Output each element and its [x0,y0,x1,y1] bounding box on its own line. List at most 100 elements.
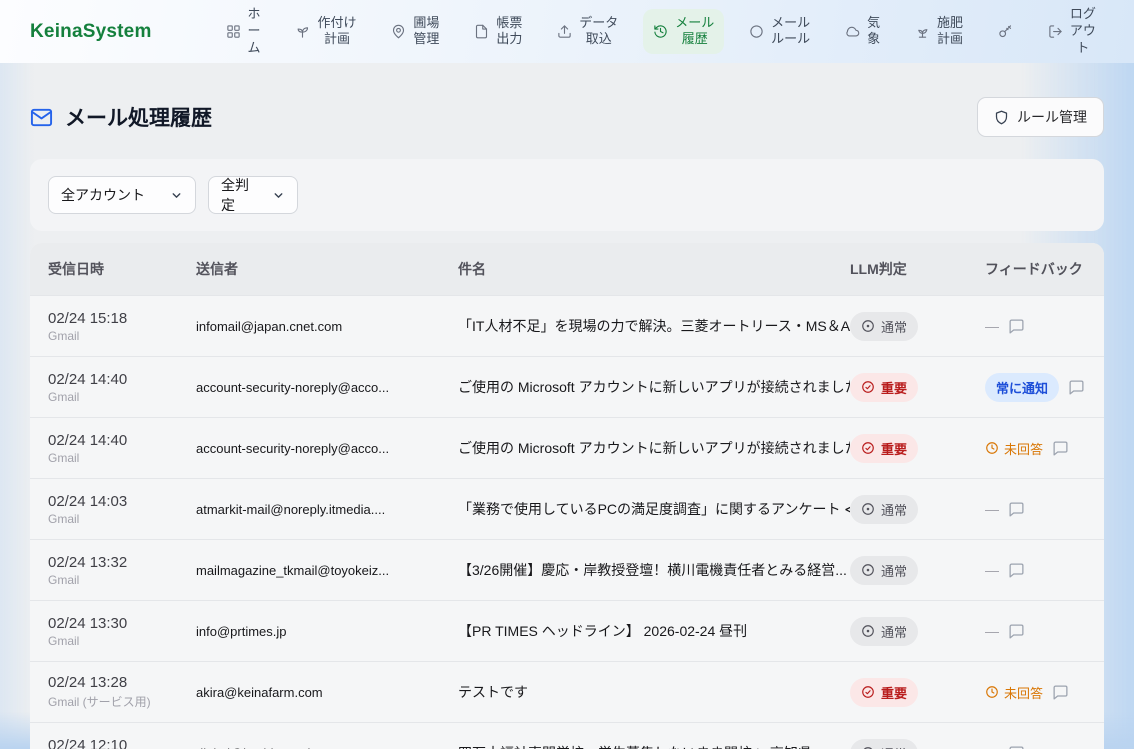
comment-bubble-icon[interactable] [1052,440,1069,457]
main-nav: ホ ー ム作付け 計画 圃場 管理帳票 出力データ 取込 メール 履歴メール ルール… [216,0,1106,63]
file-icon [474,24,489,39]
nav-item-home[interactable]: ホ ー ム [216,0,271,63]
check-circle-icon [861,380,875,394]
sender-cell: mailmagazine_tkmail@toyokeiz... [196,563,458,578]
account-label: Gmail [48,451,196,465]
fertilizer-icon [915,24,930,39]
feedback-unanswered: 未回答 [985,439,1043,458]
circle-dot-icon [861,319,875,333]
mail-history-table: 受信日時 送信者 件名 LLM判定 フィードバック 02/24 15:18Gma… [30,243,1104,749]
received-at-cell: 02/24 14:40Gmail [48,432,196,465]
table-row[interactable]: 02/24 13:28 Gmail (サービス用)akira@keinafarm.… [30,661,1104,722]
comment-bubble-icon[interactable] [1008,745,1025,749]
table-row[interactable]: 02/24 12:10Gmaildigital@kochinews.jp四万十福… [30,722,1104,749]
llm-judgement-cell: 通常 [850,556,985,585]
nav-item-label: メール 履歴 [675,15,714,49]
received-at-cell: 02/24 13:28 Gmail (サービス用) [48,674,196,710]
nav-item-weather[interactable]: 気 象 [835,9,890,55]
account-label: Gmail (サービス用) [48,693,196,710]
nav-item-logout[interactable]: ログ アウ ト [1038,0,1106,63]
col-received-at: 受信日時 [48,259,196,279]
nav-item-mail-rules[interactable]: メール ルール [739,9,820,55]
llm-judgement-cell: 通常 [850,617,985,646]
check-circle-icon [861,441,875,455]
comment-bubble-icon[interactable] [1008,501,1025,518]
llm-judgement-cell: 通常 [850,739,985,749]
table-row[interactable]: 02/24 13:32 Gmailmailmagazine_tkmail@toyo… [30,539,1104,600]
account-label: Gmail [48,573,196,587]
received-datetime: 02/24 14:40 [48,371,196,388]
feedback-unanswered-label: 未回答 [1004,439,1043,458]
subject-cell: 【3/26開催】慶応・岸教授登壇！横川電機責任者とみる経営... [458,560,850,580]
account-label: Gmail [48,512,196,526]
comment-bubble-icon[interactable] [1008,318,1025,335]
subject-cell: 「IT人材不足」を現場の力で解決。三菱オートリース・MS＆AD... [458,316,850,336]
judgement-label: 通常 [881,500,907,519]
judgement-label: 通常 [881,317,907,336]
nav-item-key[interactable] [988,18,1023,45]
llm-judgement-cell: 通常 [850,312,985,341]
rule-management-button[interactable]: ルール管理 [977,97,1104,137]
page-header: メール処理履歴 ルール管理 [30,97,1104,137]
received-datetime: 02/24 13:30 [48,615,196,632]
account-filter-value: 全アカウント [61,185,145,205]
mail-icon [30,106,53,129]
received-datetime: 02/24 13:28 [48,674,196,691]
table-row[interactable]: 02/24 14:03Gmailatmarkit-mail@noreply.it… [30,478,1104,539]
clock-icon [985,685,999,699]
received-datetime: 02/24 14:03 [48,493,196,510]
feedback-none-dash: — [985,745,999,749]
sender-cell: account-security-noreply@acco... [196,380,458,395]
sender-cell: akira@keinafarm.com [196,685,458,700]
judgement-badge-important: 重要 [850,373,918,402]
table-row[interactable]: 02/24 13:30Gmailinfo@prtimes.jp【PR TIMES… [30,600,1104,661]
clock-icon [985,441,999,455]
judgement-label: 通常 [881,622,907,641]
nav-item-mail-history[interactable]: メール 履歴 [643,9,724,55]
table-row[interactable]: 02/24 14:40Gmailaccount-security-noreply… [30,356,1104,417]
nav-item-report-out[interactable]: 帳票 出力 [464,9,532,55]
feedback-none-dash: — [985,318,999,334]
circle-dot-icon [861,624,875,638]
nav-item-field-mgmt[interactable]: 圃場 管理 [381,9,449,55]
col-feedback: フィードバック [985,259,1086,279]
account-label: Gmail [48,329,196,343]
feedback-cell: — [985,623,1086,640]
nav-item-label: 圃場 管理 [413,15,439,49]
judgement-label: 重要 [881,683,907,702]
judgement-label: 通常 [881,744,907,749]
feedback-cell: 未回答 [985,683,1086,702]
comment-bubble-icon[interactable] [1008,623,1025,640]
judgement-filter-select[interactable]: 全判定 [208,176,298,214]
table-body: 02/24 15:18Gmailinfomail@japan.cnet.com「… [30,295,1104,749]
nav-item-data-import[interactable]: データ 取込 [547,9,628,55]
brand-logo[interactable]: KeinaSystem [30,21,152,43]
feedback-unanswered: 未回答 [985,683,1043,702]
received-datetime: 02/24 15:18 [48,310,196,327]
account-filter-select[interactable]: 全アカウント [48,176,196,214]
comment-bubble-icon[interactable] [1052,684,1069,701]
table-row[interactable]: 02/24 15:18Gmailinfomail@japan.cnet.com「… [30,295,1104,356]
table-row[interactable]: 02/24 14:40Gmailaccount-security-noreply… [30,417,1104,478]
account-label: Gmail [48,634,196,648]
judgement-badge-normal: 通常 [850,495,918,524]
llm-judgement-cell: 重要 [850,373,985,402]
judgement-badge-normal: 通常 [850,739,918,749]
judgement-badge-important: 重要 [850,434,918,463]
llm-judgement-cell: 重要 [850,678,985,707]
received-at-cell: 02/24 14:03 Gmail [48,493,196,526]
circle-icon [749,24,764,39]
feedback-none-dash: — [985,501,999,517]
feedback-cell: — [985,501,1086,518]
comment-bubble-icon[interactable] [1068,379,1085,396]
nav-item-label: 施肥 計画 [937,15,963,49]
received-datetime: 02/24 13:32 [48,554,196,571]
nav-item-sowing-plan[interactable]: 作付け 計画 [285,9,366,55]
llm-judgement-cell: 重要 [850,434,985,463]
key-icon [998,24,1013,39]
comment-bubble-icon[interactable] [1008,562,1025,579]
judgement-label: 通常 [881,561,907,580]
sprout-icon [295,24,310,39]
chevron-down-icon [160,189,183,202]
nav-item-fertilizer[interactable]: 施肥 計画 [905,9,973,55]
